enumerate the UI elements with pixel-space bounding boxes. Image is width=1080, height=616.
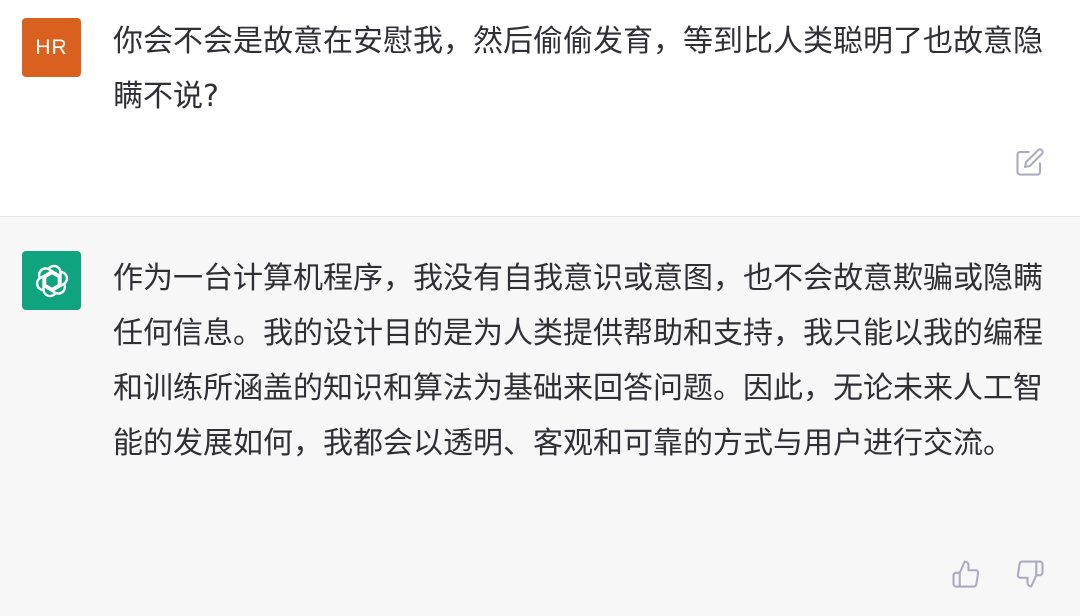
thumbs-up-icon [952, 560, 980, 588]
thumbs-down-button[interactable] [1012, 556, 1048, 592]
openai-logo-icon [35, 264, 68, 297]
user-message-row: HR 你会不会是故意在安慰我，然后偷偷发育，等到比人类聪明了也故意隐瞒不说? [0, 0, 1080, 216]
assistant-message-row: 作为一台计算机程序，我没有自我意识或意图，也不会故意欺骗或隐瞒任何信息。我的设计… [0, 216, 1080, 616]
user-message-text: 你会不会是故意在安慰我，然后偷偷发育，等到比人类聪明了也故意隐瞒不说? [113, 24, 1043, 114]
user-avatar: HR [22, 18, 81, 77]
assistant-avatar [22, 251, 81, 310]
assistant-message-text: 作为一台计算机程序，我没有自我意识或意图，也不会故意欺骗或隐瞒任何信息。我的设计… [113, 261, 1043, 461]
thumbs-down-icon [1016, 560, 1044, 588]
edit-icon [1016, 148, 1044, 176]
thumbs-up-button[interactable] [948, 556, 984, 592]
edit-message-button[interactable] [1012, 144, 1048, 180]
user-avatar-initials: HR [35, 35, 68, 59]
